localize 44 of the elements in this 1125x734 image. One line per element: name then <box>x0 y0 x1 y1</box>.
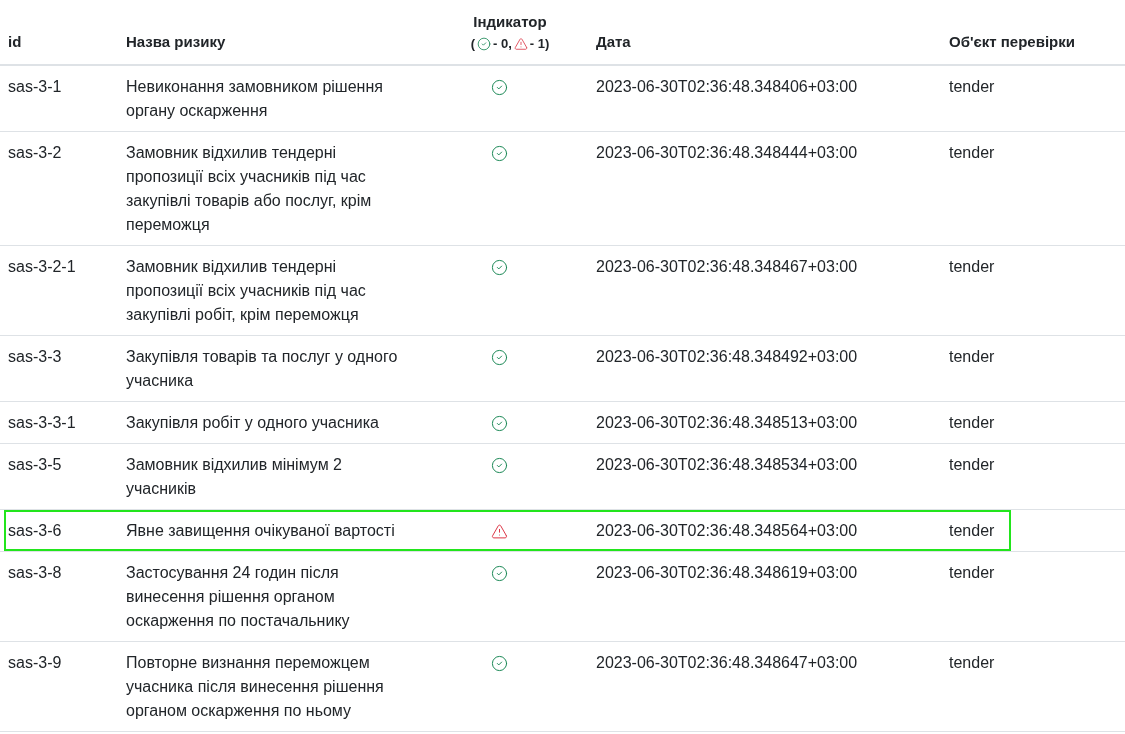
object-cell-text: tender <box>948 347 996 367</box>
object-cell-text: tender <box>948 413 996 433</box>
object-cell-text: tender <box>948 563 996 583</box>
object-cell-text: tender <box>948 653 996 673</box>
id-cell-text: sas-3-1 <box>7 77 63 97</box>
risk-name-cell-text: Явне завищення очікуваної вартості <box>125 521 396 541</box>
object-cell-text: tender <box>948 521 996 541</box>
id-cell-text: sas-3-8 <box>7 563 63 583</box>
date-cell-text: 2023-06-30T02:36:48.348406+03:00 <box>595 77 859 97</box>
risk-name-cell-text: Закупівля товарів та послуг у одного учасника <box>125 347 399 391</box>
id-cell-text: sas-3-2 <box>7 143 63 163</box>
id-cell-text: sas-3-9 <box>7 653 63 673</box>
id-cell-text: sas-3-6 <box>7 521 63 541</box>
risk-name-cell-text: Невиконання замовником рішення органу оскарження <box>125 77 384 121</box>
id-cell-text: sas-3-5 <box>7 455 63 475</box>
date-cell-text: 2023-06-30T02:36:48.348564+03:00 <box>595 521 859 541</box>
risk-name-cell-text: Замовник відхилив мінімум 2 учасників <box>125 455 343 499</box>
legend-text: - 0, <box>493 35 512 53</box>
date-cell-text: 2023-06-30T02:36:48.348513+03:00 <box>595 413 859 433</box>
date-cell-text: 2023-06-30T02:36:48.348467+03:00 <box>595 257 859 277</box>
object-cell-text: tender <box>948 77 996 97</box>
risk-name-cell-text: Закупівля робіт у одного учасника <box>125 413 380 433</box>
date-cell-text: 2023-06-30T02:36:48.348619+03:00 <box>595 563 859 583</box>
id-cell-text: sas-3-3-1 <box>7 413 77 433</box>
id-cell-text: sas-3-2-1 <box>7 257 77 277</box>
risk-name-cell-text: Застосування 24 годин після винесення рішення органом оскарження по постачальнику <box>125 563 351 631</box>
legend-text: - 1) <box>529 35 550 53</box>
date-cell-text: 2023-06-30T02:36:48.348444+03:00 <box>595 143 859 163</box>
id-cell-text: sas-3-3 <box>7 347 63 367</box>
column-header: Об'єкт перевірки <box>949 32 1075 52</box>
risk-name-cell-text: Замовник відхилив тендерні пропозиції всіх учасників під час закупівлі товарів або послуг, крім переможця <box>125 143 373 235</box>
column-header: Назва ризику <box>126 32 226 52</box>
object-cell-text: tender <box>948 455 996 475</box>
date-cell-text: 2023-06-30T02:36:48.348492+03:00 <box>595 347 859 367</box>
column-header: Дата <box>596 32 631 52</box>
legend-text: ( <box>470 35 475 53</box>
object-cell-text: tender <box>948 257 996 277</box>
risk-name-cell-text: Повторне визнання переможцем учасника після винесення рішення органом оскарження по ньому <box>125 653 385 721</box>
risk-name-cell-text: Замовник відхилив тендерні пропозиції всіх учасників під час закупівлі робіт, крім переможця <box>125 257 367 325</box>
date-cell-text: 2023-06-30T02:36:48.348647+03:00 <box>595 653 859 673</box>
column-header: Індикатор <box>473 12 547 32</box>
column-header: id <box>8 32 22 52</box>
date-cell-text: 2023-06-30T02:36:48.348534+03:00 <box>595 455 859 475</box>
object-cell-text: tender <box>948 143 996 163</box>
